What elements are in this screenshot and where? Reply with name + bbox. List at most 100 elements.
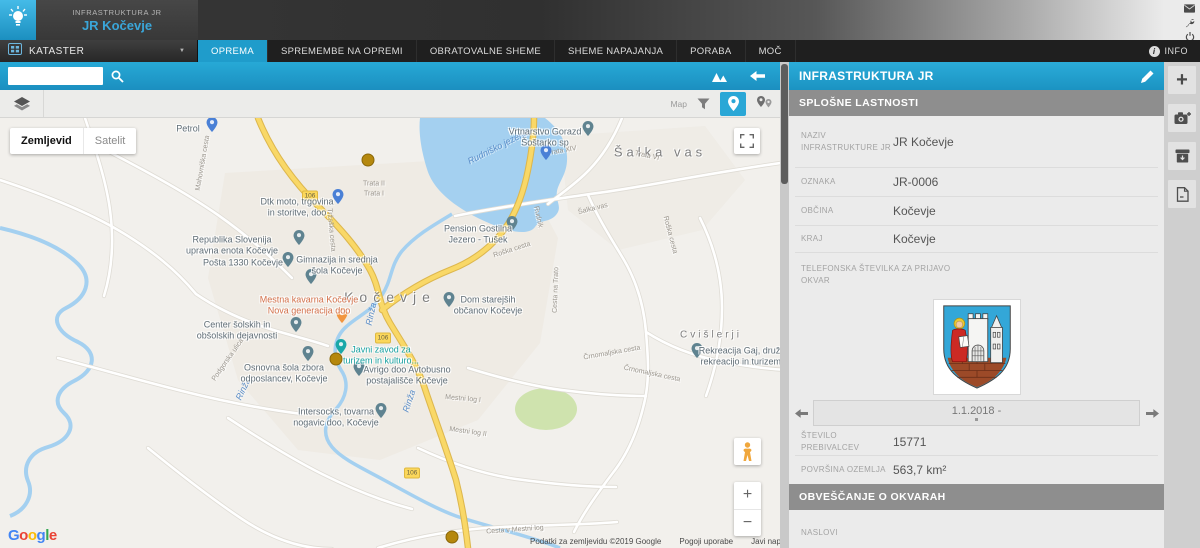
add-button[interactable]: + (1168, 66, 1196, 94)
tab-obratovalne-sheme[interactable]: OBRATOVALNE SHEME (417, 40, 555, 62)
coat-of-arms (933, 299, 1021, 395)
map-street-label: Trata II (363, 181, 385, 188)
map-poi-label[interactable]: Petrol (176, 124, 200, 135)
search-bar-actions (712, 70, 765, 83)
tab-sheme-napajanja[interactable]: SHEME NAPAJANJA (555, 40, 677, 62)
map-poi-label[interactable]: Avrigo doo Avtobusnopostajališče Kočevje (363, 364, 450, 385)
camera-plus-icon (1174, 111, 1191, 125)
field-row: OZNAKA JR-0006 (795, 168, 1158, 197)
filter-button[interactable] (697, 98, 710, 110)
field-label: NAZIV INFRASTRUKTURE JR (801, 130, 893, 154)
date-range[interactable]: 1.1.2018 - (813, 400, 1140, 426)
layers-icon (14, 97, 30, 111)
zoom-in-button[interactable]: + (734, 482, 761, 510)
marker-mode-button[interactable] (720, 92, 746, 116)
map-poi-label[interactable]: Mestna kavarna KočevjeNova generacija do… (260, 294, 359, 315)
map-poi-pin[interactable] (207, 118, 218, 137)
search-input[interactable] (8, 67, 103, 85)
map-poi-label[interactable]: Javni zavod zaturizem in kulturo... (343, 344, 419, 365)
corner-icons (1183, 3, 1196, 42)
map-poi-label[interactable]: Republika Slovenijaupravna enota Kočevje (186, 234, 278, 255)
document-icon (1176, 187, 1189, 202)
map-street-label: Trata I (364, 191, 384, 198)
map-poi-pin[interactable] (541, 145, 552, 165)
coat-of-arms-box (789, 297, 1164, 397)
document-button[interactable] (1168, 180, 1196, 208)
road-shield: 106 (404, 468, 420, 479)
stat-value: 15771 (893, 435, 926, 449)
details-panel: INFRASTRUKTURA JR SPLOŠNE LASTNOSTI NAZI… (789, 62, 1164, 548)
map-poi-label[interactable]: Dtk moto, trgovinain storitve, doo (260, 196, 333, 217)
map-poi-pin[interactable] (283, 252, 294, 272)
map-poi-label[interactable]: Pošta 1330 Kočevje (203, 258, 283, 269)
info-button[interactable]: i INFO (1137, 40, 1200, 62)
map-poi-label[interactable]: Pension GostilnaJezero - Tušek (444, 223, 512, 244)
lightbulb-icon (8, 6, 28, 35)
wrench-icon[interactable] (1183, 17, 1196, 28)
map-poi-label[interactable]: Dom starejšihobčanov Kočevje (454, 294, 523, 315)
map-street-label: Rudnik (532, 206, 543, 229)
nav-bar: KATASTER ▼ OPREMA SPREMEMBE NA OPREMI OB… (0, 40, 1200, 62)
street-view-pegman-button[interactable] (734, 438, 761, 465)
panel-header: INFRASTRUKTURA JR (789, 62, 1164, 90)
scrollbar-thumb[interactable] (781, 64, 788, 184)
layers-button[interactable] (0, 90, 44, 117)
map-poi-pin[interactable] (333, 189, 344, 209)
jr-marker[interactable] (330, 353, 343, 366)
field-label: OZNAKA (801, 176, 893, 188)
map-poi-pin[interactable] (294, 230, 305, 250)
tab-label: OBRATOVALNE SHEME (430, 46, 541, 57)
map-poi-label[interactable]: Intersocks, tovarnanogavic doo, Kočevje (293, 406, 379, 427)
map-poi-label[interactable]: Gimnazija in srednjašola Kočevje (296, 254, 378, 275)
map-water-label: Rinža (401, 389, 418, 414)
map-street-label: Roška cesta (662, 215, 679, 254)
search-bar (0, 62, 787, 90)
add-photo-button[interactable] (1168, 104, 1196, 132)
map-street-label: Cesta na Trato (552, 267, 561, 313)
map-poi-label[interactable]: Osnovna šola zboraodposlancev, Kočevje (241, 362, 328, 383)
map-type-control: Zemljevid Satelit (10, 128, 136, 154)
map-type-map-button[interactable]: Zemljevid (10, 128, 83, 154)
back-arrow-icon[interactable] (750, 70, 765, 83)
terrain-icon[interactable] (712, 70, 728, 83)
fullscreen-icon (740, 134, 754, 148)
archive-button[interactable] (1168, 142, 1196, 170)
map-street-label: Šalka vas (577, 202, 608, 216)
tab-oprema[interactable]: OPREMA (198, 40, 268, 62)
section-faults-header: OBVEŠČANJE O OKVARAH (789, 484, 1164, 510)
map-street-label: Mahovniška cesta (195, 135, 212, 191)
app-logo[interactable] (0, 0, 36, 40)
jr-marker[interactable] (362, 154, 375, 167)
stat-label: ŠTEVILO PREBIVALCEV (801, 430, 893, 454)
stat-row: POVRŠINA OZEMLJA 563,7 km² (795, 456, 1158, 484)
map-type-satellite-button[interactable]: Satelit (83, 128, 137, 154)
tab-moc[interactable]: MOČ (746, 40, 796, 62)
map-toolbar: Map (0, 90, 787, 118)
tab-spremembe-na-opremi[interactable]: SPREMEMBE NA OPREMI (268, 40, 417, 62)
edit-button[interactable] (1141, 70, 1154, 83)
attribution-terms-link[interactable]: Pogoji uporabe (679, 537, 733, 546)
map-poi-label[interactable]: Rekreacija Gaj, družbrekreacijo in turiz… (699, 345, 786, 366)
tab-poraba[interactable]: PORABA (677, 40, 745, 62)
map-poi-pin[interactable] (583, 121, 594, 141)
field-label: KRAJ (801, 233, 893, 245)
mail-icon[interactable] (1183, 3, 1196, 14)
map-canvas[interactable]: Šalka vasKočevjeCvišlerjiRudniško jezero… (0, 118, 787, 548)
date-next-button[interactable] (1143, 408, 1161, 419)
zoom-out-button[interactable]: − (734, 510, 761, 537)
map-poi-pin[interactable] (291, 317, 302, 337)
map-poi-label[interactable]: Vrtnarstvo GorazdŠoštarko sp (509, 126, 582, 147)
jr-marker[interactable] (446, 531, 459, 544)
pegman-icon (741, 442, 754, 462)
map-poi-label[interactable]: Center šolskih inobšolskih dejavnosti (197, 319, 278, 340)
panel-scrollbar[interactable] (780, 62, 789, 548)
kataster-dropdown[interactable]: KATASTER ▼ (0, 40, 198, 62)
date-prev-button[interactable] (792, 408, 810, 419)
stat-row: ŠTEVILO PREBIVALCEV 15771 (795, 429, 1158, 456)
cluster-mode-button[interactable] (756, 96, 773, 111)
search-button[interactable] (103, 65, 131, 87)
stat-label: POVRŠINA OZEMLJA (801, 464, 893, 476)
fullscreen-button[interactable] (734, 128, 760, 154)
section-general-header: SPLOŠNE LASTNOSTI (789, 90, 1164, 116)
archive-download-icon (1175, 149, 1190, 163)
